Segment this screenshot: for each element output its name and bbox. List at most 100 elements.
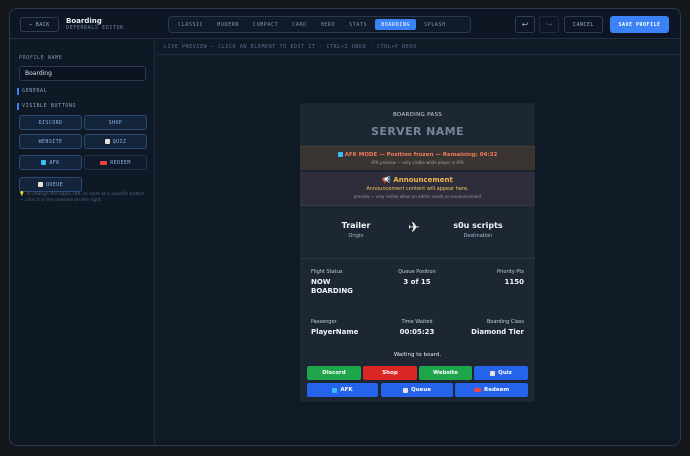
website-button[interactable]: Website (419, 366, 472, 380)
priority-label: Priority Pts (497, 269, 524, 275)
origin-name: Trailer (341, 221, 371, 230)
button-label: Quiz (498, 370, 512, 376)
toggle-redeem-button[interactable]: REDEEM (84, 155, 147, 170)
priority-field[interactable]: Priority Pts 1150 (464, 269, 524, 287)
waiting-status[interactable]: Waiting to board. (300, 352, 535, 358)
announcement-title-text: Announcement (393, 176, 453, 184)
afk-button[interactable]: AFK (307, 383, 378, 397)
toggle-label: SHOP (108, 119, 123, 126)
tab-splash[interactable]: SPLASH (418, 19, 452, 30)
afk-banner-main: AFK MODE — Position frozen — Remaining: … (300, 152, 535, 158)
origin-label: Origin (348, 233, 364, 239)
top-bar: ← BACK Boarding DEFERRALS EDITOR CLASSIC… (10, 9, 680, 39)
redeem-icon (473, 388, 481, 392)
redo-icon: ↪ (545, 20, 553, 29)
announcement-banner[interactable]: 📢 Announcement Announcement content will… (300, 172, 535, 206)
toggle-label: REDEEM (110, 159, 131, 166)
toggle-queue-button[interactable]: QUEUE (19, 177, 82, 192)
time-waited-field[interactable]: Time Waited 00:05:23 (387, 319, 447, 337)
passenger-value: PlayerName (311, 328, 359, 336)
button-label: Website (432, 370, 459, 376)
layout-tabs: CLASSIC MODERN COMPACT CARD HERO STATS B… (168, 16, 471, 33)
redo-button[interactable]: ↪ (539, 16, 559, 33)
time-waited-value: 00:05:23 (399, 328, 435, 336)
hint-text: To change the label, URL or style of a s… (19, 192, 145, 203)
boarding-pass-label[interactable]: BOARDING PASS (300, 112, 535, 118)
boarding-class-field[interactable]: Boarding Class Diamond Tier (450, 319, 524, 337)
sidebar: PROFILE NAME GENERAL VISIBLE BUTTONS DIS… (10, 40, 155, 445)
destination-block: s0u scripts Destination (438, 221, 518, 239)
shop-button[interactable]: Shop (363, 366, 417, 380)
passenger-field[interactable]: Passenger PlayerName (311, 319, 381, 337)
airplane-icon: ✈ (408, 220, 420, 236)
redeem-button[interactable]: Redeem (455, 383, 528, 397)
tab-modern[interactable]: MODERN (211, 19, 245, 30)
editor-window: ← BACK Boarding DEFERRALS EDITOR CLASSIC… (9, 8, 681, 446)
afk-banner-sub: AFK preview — only visible while player … (371, 160, 464, 165)
button-label: Discord (322, 370, 346, 376)
toggle-website-button[interactable]: WEBSITE (19, 134, 82, 149)
route-section[interactable]: Trailer Origin ✈ s0u scripts Destination (300, 207, 535, 259)
redeem-icon (100, 160, 108, 165)
megaphone-icon: 📢 (382, 176, 391, 184)
tab-card[interactable]: CARD (286, 19, 312, 30)
time-waited-label: Time Waited (401, 319, 433, 325)
afk-icon (41, 160, 47, 165)
general-section-header[interactable]: GENERAL (17, 88, 47, 95)
quiz-button[interactable]: Quiz (474, 366, 528, 380)
origin-block: Trailer Origin (316, 221, 396, 239)
preview-area: LIVE PREVIEW — CLICK AN ELEMENT TO EDIT … (156, 40, 680, 445)
preview-hint-bar: LIVE PREVIEW — CLICK AN ELEMENT TO EDIT … (156, 40, 680, 55)
toggle-label: DISCORD (38, 119, 63, 126)
tab-hero[interactable]: HERO (315, 19, 341, 30)
toggle-label: QUEUE (45, 181, 64, 188)
button-label: Queue (411, 387, 431, 393)
boarding-pass-card[interactable]: BOARDING PASS SERVER NAME AFK MODE — Pos… (300, 103, 535, 402)
quiz-icon (490, 370, 496, 376)
passenger-label: Passenger (311, 319, 337, 325)
toggle-label: WEBSITE (38, 138, 63, 145)
tab-stats[interactable]: STATS (343, 19, 373, 30)
discord-button[interactable]: Discord (307, 366, 361, 380)
arrow-left-icon: ← (29, 21, 33, 28)
toggle-afk-button[interactable]: AFK (19, 155, 82, 170)
server-name[interactable]: SERVER NAME (300, 125, 535, 138)
button-label: Shop (382, 370, 398, 376)
boarding-class-value: Diamond Tier (471, 328, 524, 336)
priority-value: 1150 (504, 278, 524, 286)
announcement-sub: preview — only visible when an admin sen… (353, 194, 482, 199)
toggle-quiz-button[interactable]: QUIZ (84, 134, 147, 149)
tab-boarding[interactable]: BOARDING (375, 19, 417, 30)
afk-icon (337, 152, 343, 157)
afk-banner[interactable]: AFK MODE — Position frozen — Remaining: … (300, 146, 535, 170)
profile-name-input[interactable] (19, 66, 146, 81)
flight-status-value: NOW BOARDING (311, 278, 353, 295)
destination-name: s0u scripts (453, 221, 503, 230)
queue-position-label: Queue Position (398, 269, 436, 275)
flight-status-field[interactable]: Flight Status NOW BOARDING (311, 269, 381, 296)
announcement-body: Announcement content will appear here. (366, 186, 469, 192)
toggle-discord-button[interactable]: DISCORD (19, 115, 82, 130)
tab-compact[interactable]: COMPACT (247, 19, 284, 30)
afk-main-text: AFK MODE — Position frozen — Remaining: … (344, 152, 498, 158)
visible-buttons-header: VISIBLE BUTTONS (17, 103, 76, 110)
quiz-icon (104, 139, 110, 144)
queue-position-value: 3 of 15 (403, 278, 431, 286)
page-title: Boarding (66, 17, 102, 25)
toggle-label: QUIZ (112, 138, 127, 145)
button-label: AFK (340, 387, 353, 393)
profile-name-label: PROFILE NAME (19, 55, 63, 61)
back-button[interactable]: ← BACK (20, 17, 59, 32)
cancel-button[interactable]: CANCEL (564, 16, 603, 33)
undo-button[interactable]: ↩ (515, 16, 535, 33)
save-profile-button[interactable]: SAVE PROFILE (610, 16, 669, 33)
tab-classic[interactable]: CLASSIC (172, 19, 209, 30)
queue-position-field[interactable]: Queue Position 3 of 15 (387, 269, 447, 287)
destination-label: Destination (463, 233, 493, 239)
toggle-shop-button[interactable]: SHOP (84, 115, 147, 130)
boarding-class-label: Boarding Class (486, 319, 524, 325)
queue-button[interactable]: Queue (381, 383, 453, 397)
toggle-label: AFK (49, 159, 60, 166)
queue-icon (37, 182, 43, 187)
undo-icon: ↩ (521, 20, 529, 29)
